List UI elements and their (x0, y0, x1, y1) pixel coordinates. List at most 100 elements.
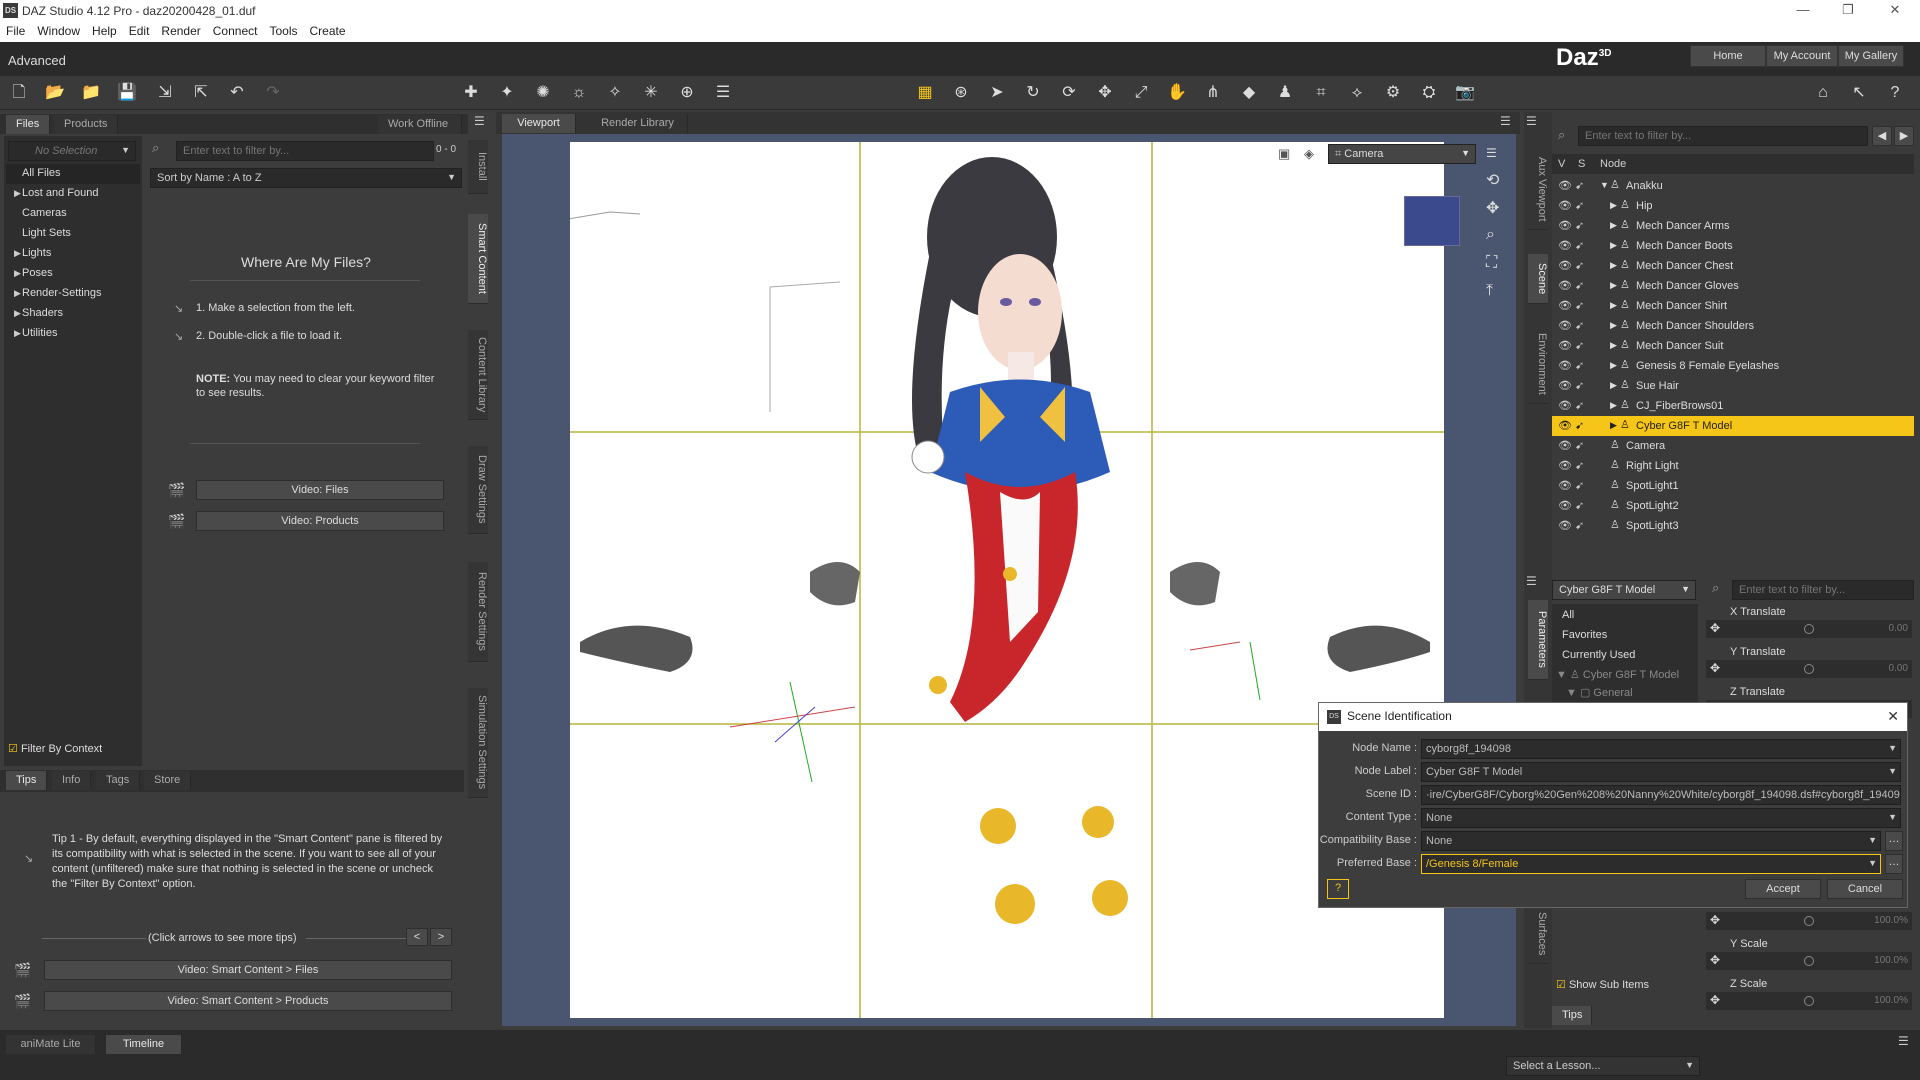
scene-prev-icon[interactable]: ◀ (1872, 126, 1892, 146)
scene-node-row[interactable]: 👁 ➹ ▶ ♙ Mech Dancer Shoulders (1552, 316, 1914, 336)
rotate-icon[interactable]: ↻ (1022, 82, 1044, 104)
spot-render-icon[interactable]: ⚙ (1382, 82, 1404, 104)
scene-node-row[interactable]: 👁 ➹ ▼ ♙ Anakku (1552, 176, 1914, 196)
draw-style-icon[interactable]: ◈ (1304, 146, 1314, 162)
cancel-button[interactable]: Cancel (1827, 879, 1903, 899)
dialog-field[interactable]: None ▼ (1421, 831, 1881, 851)
redo-icon[interactable]: ↷ (262, 82, 284, 104)
slider-knob[interactable] (1804, 624, 1814, 634)
column-selectable[interactable]: S (1578, 158, 1585, 170)
tab-tags[interactable]: Tags (96, 771, 141, 790)
light-spot-icon[interactable]: ✦ (496, 82, 518, 104)
category-utilities[interactable]: ▶Utilities (6, 324, 140, 344)
param-slider[interactable]: X Translate ✥ 0.00 (1706, 604, 1912, 644)
joint-editor-icon[interactable]: ⋔ (1202, 82, 1224, 104)
expand-arrow-icon[interactable]: ▶ (1610, 380, 1617, 391)
scene-node-row[interactable]: 👁 ➹ ▶ ♙ Mech Dancer Gloves (1552, 276, 1914, 296)
scene-search-input[interactable] (1578, 126, 1868, 146)
visibility-icon[interactable]: 👁 ➹ (1558, 219, 1588, 232)
browse-button[interactable]: … (1885, 854, 1903, 874)
my-gallery-button[interactable]: My Gallery (1838, 45, 1904, 67)
param-node-dropdown[interactable]: Cyber G8F T Model ▼ (1552, 580, 1696, 600)
expand-arrow-icon[interactable]: ▶ (1610, 360, 1617, 371)
open-file-icon[interactable]: 📂 (44, 82, 66, 104)
work-offline-button[interactable]: Work Offline (378, 115, 462, 134)
tab-content-library[interactable]: Content Library (468, 330, 488, 420)
param-value[interactable]: 100.0% (1874, 915, 1908, 926)
orbit-icon[interactable]: ⟲ (1486, 170, 1499, 190)
expand-arrow-icon[interactable]: ▶ (1610, 200, 1617, 211)
filter-by-context-checkbox[interactable]: ☑ Filter By Context (8, 742, 102, 755)
left-panel-menu-icon[interactable]: ☰ (474, 114, 485, 128)
translate-icon[interactable]: ✥ (1094, 82, 1116, 104)
minimize-icon[interactable]: — (1788, 2, 1818, 20)
param-slider[interactable]: Y Scale ✥ 100.0% (1706, 936, 1912, 976)
visibility-icon[interactable]: 👁 ➹ (1558, 279, 1588, 292)
video-files-button[interactable]: Video: Files (196, 480, 444, 500)
close-icon[interactable]: ✕ (1880, 2, 1910, 20)
visibility-icon[interactable]: 👁 ➹ (1558, 479, 1588, 492)
pointer-icon[interactable]: ➤ (986, 82, 1008, 104)
expand-arrow-icon[interactable]: ▶ (1610, 400, 1617, 411)
param-slider-track[interactable]: ✥ 100.0% (1706, 992, 1912, 1010)
dialog-field[interactable]: /Genesis 8/Female ▼ (1421, 854, 1881, 874)
active-pose-icon[interactable]: ✋ (1166, 82, 1188, 104)
tip-next-button[interactable]: > (430, 928, 452, 946)
scene-node-row[interactable]: 👁 ➹ ▶ ♙ Mech Dancer Shirt (1552, 296, 1914, 316)
browse-button[interactable]: … (1885, 831, 1903, 851)
tab-aux-viewport[interactable]: Aux Viewport (1528, 150, 1548, 230)
menu-edit[interactable]: Edit (123, 22, 156, 38)
scene-node-row[interactable]: 👁 ➹ ♙ SpotLight1 (1552, 476, 1914, 496)
param-slider-track[interactable]: ✥ 100.0% (1706, 912, 1912, 930)
params-menu-icon[interactable]: ☰ (1526, 574, 1537, 588)
visibility-icon[interactable]: 👁 ➹ (1558, 499, 1588, 512)
home-icon[interactable]: ⌂ (1812, 82, 1834, 104)
param-slider-track[interactable]: ✥ 0.00 (1706, 620, 1912, 638)
param-value[interactable]: 0.00 (1889, 663, 1908, 674)
light-linear-icon[interactable]: ✧ (604, 82, 626, 104)
visibility-icon[interactable]: 👁 ➹ (1558, 519, 1588, 532)
tab-install[interactable]: Install (468, 140, 488, 194)
group-favorites[interactable]: Favorites (1554, 626, 1696, 646)
scene-menu-icon[interactable]: ☰ (1526, 114, 1537, 128)
reset-view-icon[interactable]: ⤒ (1486, 282, 1493, 300)
tab-render-library[interactable]: Render Library (588, 114, 688, 133)
save-icon[interactable]: 💾 (116, 82, 138, 104)
export-icon[interactable]: ⇱ (190, 82, 212, 104)
param-slider[interactable]: Y Translate ✥ 0.00 (1706, 644, 1912, 684)
no-selection-dropdown[interactable]: No Selection ▼ (8, 141, 136, 161)
tab-parameters[interactable]: Parameters (1528, 600, 1548, 680)
tab-store[interactable]: Store (144, 771, 192, 790)
expand-arrow-icon[interactable]: ▶ (1610, 340, 1617, 351)
my-account-button[interactable]: My Account (1766, 45, 1838, 67)
param-slider[interactable]: Z Scale ✥ 100.0% (1706, 976, 1912, 1016)
category-render-settings[interactable]: ▶Render-Settings (6, 284, 140, 304)
show-sub-items-checkbox[interactable]: ☑ Show Sub Items (1556, 978, 1649, 991)
pan-icon[interactable]: ✥ (1486, 198, 1499, 218)
visibility-icon[interactable]: 👁 ➹ (1558, 199, 1588, 212)
light-point-icon[interactable]: ✺ (532, 82, 554, 104)
undo-icon[interactable]: ↶ (226, 82, 248, 104)
tab-animate-lite[interactable]: aniMate Lite (6, 1035, 96, 1054)
expand-arrow-icon[interactable]: ▶ (1610, 420, 1617, 431)
scene-node-row[interactable]: 👁 ➹ ▶ ♙ Mech Dancer Suit (1552, 336, 1914, 356)
scene-node-row[interactable]: 👁 ➹ ▶ ♙ Hip (1552, 196, 1914, 216)
universal-tool-icon[interactable]: ⊛ (950, 82, 972, 104)
param-tree-node[interactable]: ▼ ♙ Cyber G8F T Model (1556, 668, 1679, 681)
visibility-icon[interactable]: 👁 ➹ (1558, 179, 1588, 192)
dialog-field[interactable]: ·ire/CyberG8F/Cyborg%20Gen%208%20Nanny%2… (1421, 785, 1901, 805)
visibility-icon[interactable]: 👁 ➹ (1558, 259, 1588, 272)
viewport-menu-icon[interactable]: ☰ (1500, 114, 1511, 128)
param-tree-group[interactable]: ▼ ▢ General (1566, 686, 1633, 699)
menu-create[interactable]: Create (303, 22, 351, 38)
param-value[interactable]: 100.0% (1874, 955, 1908, 966)
scene-node-row[interactable]: 👁 ➹ ▶ ♙ Mech Dancer Arms (1552, 216, 1914, 236)
slider-knob[interactable] (1804, 916, 1814, 926)
visibility-icon[interactable]: 👁 ➹ (1558, 359, 1588, 372)
slider-knob[interactable] (1804, 664, 1814, 674)
expand-arrow-icon[interactable]: ▶ (1610, 220, 1617, 231)
light-area-icon[interactable]: ✳ (640, 82, 662, 104)
menu-tools[interactable]: Tools (263, 22, 303, 38)
render-icon[interactable]: 📷 (1454, 82, 1476, 104)
scene-node-row[interactable]: 👁 ➹ ▶ ♙ Cyber G8F T Model (1552, 416, 1914, 436)
